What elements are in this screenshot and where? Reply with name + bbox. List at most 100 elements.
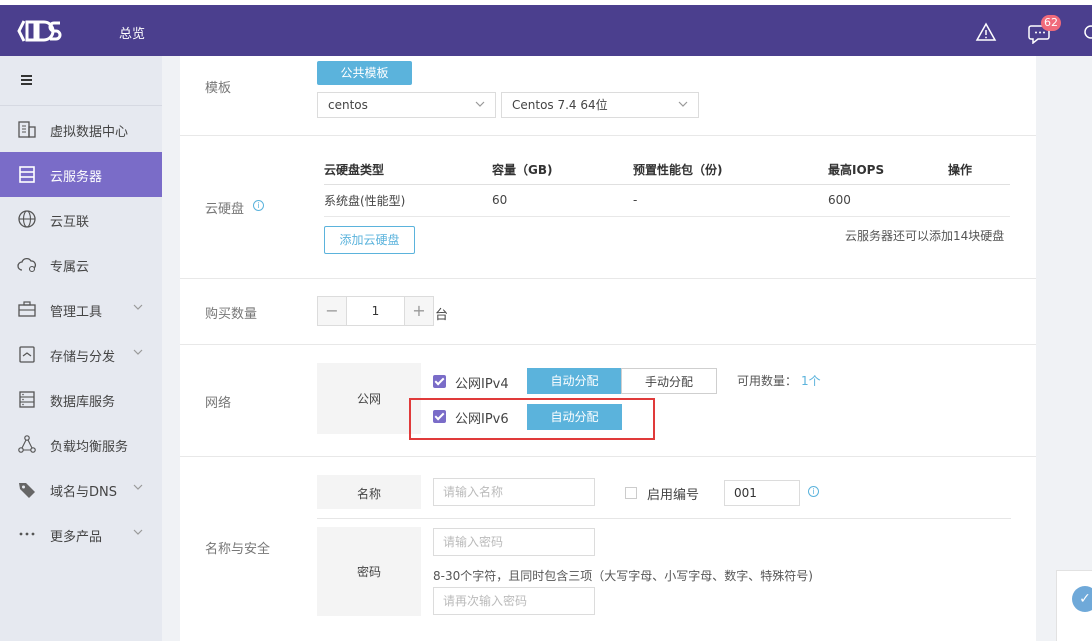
add-disk-button[interactable]: 添加云硬盘 xyxy=(324,226,415,254)
chevron-down-icon xyxy=(133,529,143,535)
column-header: 预置性能包（份) xyxy=(633,156,828,185)
disk-iops-cell: 600 xyxy=(828,184,948,217)
sidebar-item-storage-distribution[interactable]: 存储与分发 xyxy=(0,332,162,377)
chevron-down-icon xyxy=(133,304,143,310)
column-header: 最高IOPS xyxy=(828,156,948,185)
sidebar-item-more-products[interactable]: 更多产品 xyxy=(0,512,162,557)
sidebar-item-label: 云互联 xyxy=(50,215,90,230)
sidebar-item-label: 更多产品 xyxy=(50,530,103,545)
public-network-box: 公网 xyxy=(317,363,421,434)
numbering-checkbox[interactable] xyxy=(625,487,637,499)
version-select-value: Centos 7.4 64位 xyxy=(512,98,608,112)
disk-package-cell: - xyxy=(633,184,828,217)
column-header: 操作 xyxy=(948,156,1010,185)
menu-toggle-button[interactable] xyxy=(0,56,162,106)
password-input[interactable]: 请输入密码 xyxy=(433,528,595,556)
sidebar-item-database[interactable]: 数据库服务 xyxy=(0,377,162,422)
sidebar-item-cloud-interconnect[interactable]: 云互联 xyxy=(0,197,162,242)
template-section: 模板 公共模板 centos Centos 7.4 64位 xyxy=(180,56,1036,136)
divider xyxy=(317,518,1011,519)
sidebar-item-label: 负载均衡服务 xyxy=(50,440,129,455)
public-template-tab[interactable]: 公共模板 xyxy=(317,61,412,85)
message-count-badge: 62 xyxy=(1041,15,1061,31)
ipv4-auto-assign-button[interactable]: 自动分配 xyxy=(527,368,622,394)
chevron-down-icon xyxy=(475,101,485,107)
chevron-down-icon xyxy=(678,101,688,107)
sidebar-item-dedicated-cloud[interactable]: 专属云 xyxy=(0,242,162,287)
chevron-down-icon xyxy=(133,349,143,355)
name-security-label: 名称与安全 xyxy=(205,542,271,557)
name-security-section: 名称与安全 名称 密码 xyxy=(180,457,1036,641)
available-count-label: 可用数量： xyxy=(737,374,798,388)
top-navbar: 总览 62 xyxy=(0,5,1092,56)
sidebar-item-management-tools[interactable]: 管理工具 xyxy=(0,287,162,332)
ipv4-manual-assign-button[interactable]: 手动分配 xyxy=(621,368,717,394)
right-gutter xyxy=(1036,56,1092,641)
warning-icon[interactable] xyxy=(975,22,997,42)
quantity-value[interactable]: 1 xyxy=(347,297,404,325)
disk-action-cell xyxy=(948,184,1010,217)
password-hint: 8-30个字符，且同时包含三项（大写字母、小写字母、数字、特殊符号) xyxy=(433,569,813,583)
disk-hint: 云服务器还可以添加14块硬盘 xyxy=(845,229,1005,243)
sidebar-item-label: 管理工具 xyxy=(50,305,103,320)
user-icon[interactable] xyxy=(1082,23,1092,41)
available-count-value: 1个 xyxy=(801,374,821,388)
server-icon xyxy=(19,166,35,183)
sidebar: 虚拟数据中心 云服务器 云互联 专属云 管理工具 存储与分发 数据库服务 负载均… xyxy=(0,56,162,641)
sidebar-item-label: 数据库服务 xyxy=(50,395,116,410)
increment-button[interactable]: + xyxy=(404,297,433,325)
quantity-label: 购买数量 xyxy=(205,307,258,322)
numbering-label: 启用编号 xyxy=(647,488,700,503)
password-label: 密码 xyxy=(357,565,382,579)
os-select[interactable]: centos xyxy=(317,92,496,118)
column-header: 容量（GB) xyxy=(492,156,633,185)
toolbox-icon xyxy=(18,301,36,317)
sidebar-item-virtual-datacenter[interactable]: 虚拟数据中心 xyxy=(0,107,162,152)
name-input[interactable]: 请输入名称 xyxy=(433,478,595,506)
sidebar-item-label: 存储与分发 xyxy=(50,350,116,365)
numbering-input[interactable]: 001 xyxy=(724,480,800,506)
ipv4-checkbox[interactable] xyxy=(433,375,446,388)
highlight-frame xyxy=(409,398,655,440)
more-icon xyxy=(19,532,35,536)
confirm-password-input[interactable]: 请再次输入密码 xyxy=(433,587,595,615)
name-label-box: 名称 xyxy=(317,475,421,509)
sidebar-item-cloud-server[interactable]: 云服务器 xyxy=(0,152,162,197)
os-select-value: centos xyxy=(328,98,368,112)
database-icon xyxy=(19,391,35,408)
server-config-panel: 模板 公共模板 centos Centos 7.4 64位 云硬盘 i 添加云硬… xyxy=(180,56,1036,641)
template-label: 模板 xyxy=(205,81,232,96)
sidebar-item-load-balancer[interactable]: 负载均衡服务 xyxy=(0,422,162,467)
chevron-down-icon xyxy=(133,484,143,490)
building-icon xyxy=(18,121,36,138)
overview-link[interactable]: 总览 xyxy=(119,23,145,42)
decrement-button[interactable]: − xyxy=(318,297,347,325)
disk-capacity-cell: 60 xyxy=(492,184,633,217)
info-icon[interactable]: i xyxy=(253,200,264,211)
quantity-stepper[interactable]: − 1 + xyxy=(317,296,434,326)
disk-label: 云硬盘 xyxy=(205,202,245,217)
quantity-section: 购买数量 xyxy=(180,279,1036,345)
logo-icon xyxy=(17,20,62,42)
quantity-unit: 台 xyxy=(435,308,449,323)
storage-icon xyxy=(19,346,35,363)
globe-icon xyxy=(18,210,36,228)
disk-table: 云硬盘类型 容量（GB) 预置性能包（份) 最高IOPS 操作 系统盘(性能型)… xyxy=(324,156,1010,217)
sidebar-item-label: 专属云 xyxy=(50,260,90,275)
sidebar-item-label: 虚拟数据中心 xyxy=(50,125,129,140)
sidebar-item-label: 域名与DNS xyxy=(50,485,117,500)
sidebar-item-domain-dns[interactable]: 域名与DNS xyxy=(0,467,162,512)
check-icon[interactable]: ✓ xyxy=(1072,586,1092,612)
password-label-box: 密码 xyxy=(317,527,421,616)
name-label: 名称 xyxy=(357,487,382,501)
load-balancer-icon xyxy=(18,435,36,453)
sidebar-item-label: 云服务器 xyxy=(50,170,103,185)
column-header: 云硬盘类型 xyxy=(324,156,492,185)
disk-type-cell: 系统盘(性能型) xyxy=(324,184,492,217)
network-label: 网络 xyxy=(205,396,232,411)
hamburger-icon xyxy=(21,75,32,85)
info-icon[interactable]: i xyxy=(808,486,819,497)
public-label: 公网 xyxy=(357,392,382,406)
cloud-icon xyxy=(17,257,36,273)
version-select[interactable]: Centos 7.4 64位 xyxy=(501,92,699,118)
